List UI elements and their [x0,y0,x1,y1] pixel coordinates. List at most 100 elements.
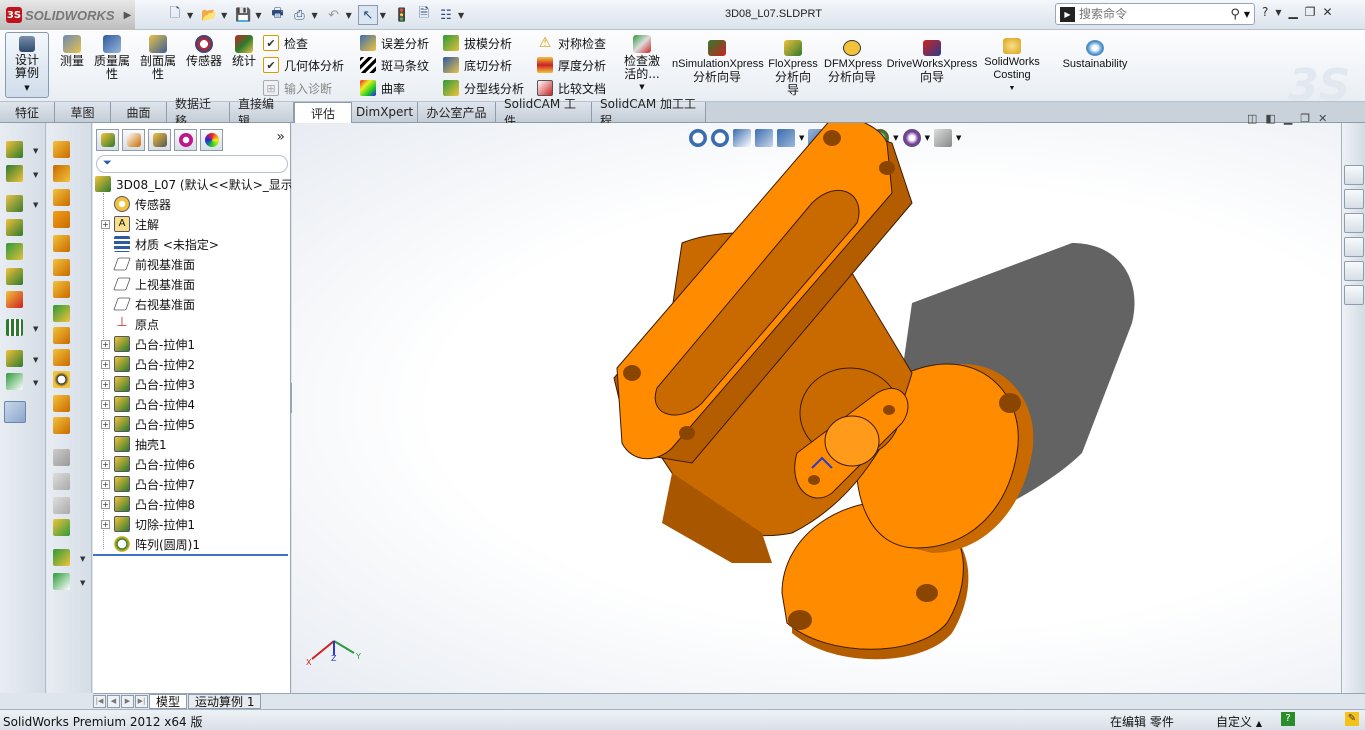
help-icon[interactable]: ? [1262,5,1268,19]
boundary-boss-icon[interactable] [6,243,23,260]
fillet-icon[interactable] [53,141,70,158]
last-tab-arrow-icon[interactable]: ▶| [135,695,148,708]
zebra-stripes-button[interactable]: 斑马条纹 [360,55,429,75]
driveworksxpress-button[interactable]: DriveWorksXpress 向导 [886,40,978,84]
displaymanager-tab[interactable] [200,129,223,151]
select-dropdown-icon[interactable]: ▼ [380,11,386,20]
magnifier-icon[interactable]: ⚲ [1230,7,1240,22]
tab-solidcam-machining[interactable]: SolidCAM 加工工程 [592,97,706,128]
tab-features[interactable]: 特征 [0,102,55,122]
rebuild-warning-icon[interactable]: ✎ [1345,712,1359,726]
expand-panel-icon[interactable]: » [276,129,285,153]
tree-item-feature[interactable]: + 凸台-拉伸6 [101,454,299,474]
print-preview-icon[interactable]: ⎙ [289,5,309,25]
mirror-icon[interactable] [53,349,70,366]
toolbar-dropdown-icon[interactable]: ▼ [80,579,85,587]
geometry-analysis-button[interactable]: ✔ 几何体分析 [263,55,344,75]
wrap-icon[interactable] [53,259,70,276]
combine-icon[interactable] [53,395,70,412]
tab-dimxpert[interactable]: DimXpert [352,102,418,122]
toolbar-dropdown-icon[interactable]: ▼ [33,379,38,387]
open-dropdown-icon[interactable]: ▼ [221,11,227,20]
restore-icon[interactable]: ❐ [1305,5,1316,19]
draft-feature-icon[interactable] [53,211,70,228]
shape-icon[interactable] [53,305,70,322]
save-dropdown-icon[interactable]: ▼ [255,11,261,20]
tab-solidcam-stock[interactable]: SolidCAM 工件 [496,97,592,128]
revolve-boss-icon[interactable] [6,165,23,182]
expand-toggle-icon[interactable]: + [101,419,110,429]
reference-geometry-2-icon[interactable] [53,549,70,566]
section-properties-button[interactable]: 剖面属 性 [138,32,178,81]
expand-toggle-icon[interactable]: + [101,219,110,229]
costing-dropdown-icon[interactable]: ▼ [984,82,1040,95]
toolbar-dropdown-icon[interactable]: ▼ [33,356,38,364]
tree-item-annotations[interactable]: + A 注解 [101,214,299,234]
toolbar-dropdown-icon[interactable]: ▼ [33,171,38,179]
linear-pattern-icon[interactable] [6,319,23,336]
flex-icon[interactable] [53,327,70,344]
measure-button[interactable]: 测量 [58,32,86,68]
thickness-analysis-button[interactable]: 厚度分析 [537,55,606,75]
new-dropdown-icon[interactable]: ▼ [187,11,193,20]
select-pointer-icon[interactable]: ↖ [357,5,378,25]
draft-analysis-button[interactable]: 拔模分析 [443,33,512,53]
search-dropdown-icon[interactable]: ▼ [1244,10,1250,19]
configurationmanager-tab[interactable] [148,129,171,151]
minimize-icon[interactable]: ▁ [1289,5,1298,19]
chamfer-icon[interactable] [53,165,70,182]
toolbar-dropdown-icon[interactable]: ▼ [33,201,38,209]
tab-sketch[interactable]: 草图 [55,102,111,122]
expand-toggle-icon[interactable]: + [101,359,110,369]
home-resources-icon[interactable] [1344,165,1364,185]
curvature-button[interactable]: 曲率 [360,78,405,98]
tree-item-material[interactable]: 材质 <未指定> [101,234,299,254]
tree-item-right-plane[interactable]: 右视基准面 [101,294,299,314]
options-dropdown-icon[interactable]: ▼ [458,11,464,20]
expand-toggle-icon[interactable]: + [101,519,110,529]
expand-toggle-icon[interactable]: + [101,399,110,409]
extrude-boss-icon[interactable] [6,141,23,158]
tree-item-feature[interactable]: + 凸台-拉伸2 [101,354,299,374]
expand-toggle-icon[interactable]: + [101,459,110,469]
tree-item-feature[interactable]: + 凸台-拉伸1 [101,334,299,354]
dimxpertmanager-tab[interactable] [174,129,197,151]
next-tab-arrow-icon[interactable]: ▶ [121,695,134,708]
tree-item-sensors[interactable]: 传感器 [101,194,299,214]
sustainability-button[interactable]: Sustainability [1060,40,1130,71]
search-input[interactable] [1079,7,1209,21]
motion-study-tab[interactable]: 运动算例 1 [188,694,262,709]
check-active-button[interactable]: 检查激 活的... ▼ [622,32,662,94]
help-dropdown-icon[interactable]: ▼ [1275,8,1281,17]
first-tab-arrow-icon[interactable]: |◀ [93,695,106,708]
tab-evaluate[interactable]: 评估 [294,102,352,123]
undo-icon[interactable]: ↶ [324,5,344,25]
tree-item-feature[interactable]: + 切除-拉伸1 [101,514,299,534]
tab-direct-editing[interactable]: 直接编辑 [230,97,294,128]
tree-item-feature[interactable]: + 凸台-拉伸8 [101,494,299,514]
status-units[interactable]: 自定义 ▲ [1216,713,1262,730]
shell-icon[interactable] [53,235,70,252]
costing-button[interactable]: SolidWorks Costing ▼ [984,38,1040,95]
tab-data-migration[interactable]: 数据迁移 [167,97,230,128]
tab-surfaces[interactable]: 曲面 [111,102,167,122]
expand-toggle-icon[interactable]: + [101,339,110,349]
print-icon[interactable]: 🖶 [267,5,287,25]
expand-toggle-icon[interactable]: + [101,499,110,509]
mass-properties-button[interactable]: 质量属 性 [92,32,132,81]
simulationxpress-button[interactable]: nSimulationXpress 分析向导 [672,40,764,84]
freeform-icon[interactable] [53,519,70,536]
file-explorer-icon[interactable] [1344,213,1364,233]
view-palette-icon[interactable] [1344,237,1364,257]
tree-filter-input[interactable]: ⏷ [96,155,288,173]
instant3d-icon[interactable] [4,401,26,423]
print-dropdown-icon[interactable]: ▼ [311,11,317,20]
design-study-dropdown-icon[interactable]: ▼ [6,82,48,95]
options-icon[interactable]: ☷ [436,5,456,25]
help-status-icon[interactable]: ? [1281,712,1295,726]
close-icon[interactable]: ✕ [1323,5,1333,19]
loft-boss-icon[interactable] [6,219,23,236]
rebuild-traffic-light-icon[interactable]: 🚦 [392,5,412,25]
toolbar-dropdown-icon[interactable]: ▼ [33,147,38,155]
graphics-area[interactable]: ▼ ▼ ▼ ▼ ▼ ▼ ◫ ◧ ▁ ❐ ✕ [292,112,1341,693]
